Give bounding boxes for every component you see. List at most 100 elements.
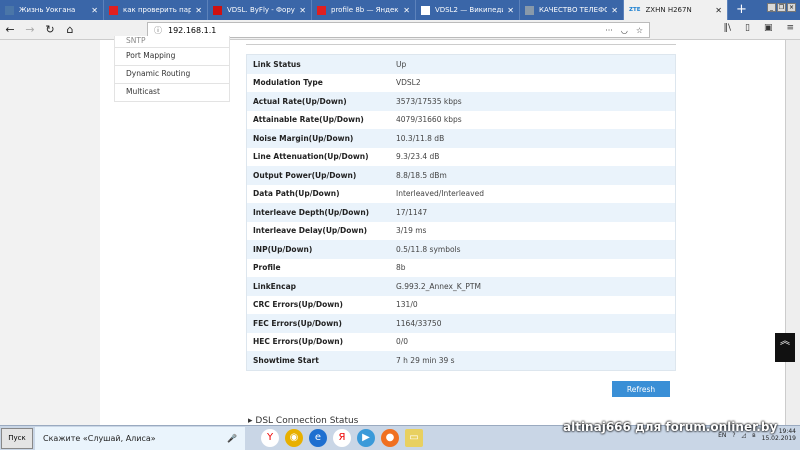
url-text: 192.168.1.1 <box>168 25 217 35</box>
row-label: Interleave Depth(Up/Down) <box>253 207 370 217</box>
table-row: Interleave Depth(Up/Down) 17/1147 <box>247 203 675 222</box>
chrome-icon[interactable]: ◉ <box>285 429 303 447</box>
row-value: 10.3/11.8 dB <box>396 133 445 143</box>
dsl-status-table: Link Status Up Modulation Type VDSL2 Actual … <box>246 54 676 371</box>
divider <box>246 44 676 45</box>
row-value: 8.8/18.5 dBm <box>396 170 447 180</box>
bookmark-star-icon[interactable]: ☆ <box>636 26 643 35</box>
folder-icon[interactable]: ▭ <box>405 429 423 447</box>
browser-tab[interactable]: ZTE ZXHN H267N ✕ <box>624 0 728 20</box>
row-label: LinkEncap <box>253 281 297 291</box>
table-row: HEC Errors(Up/Down) 0/0 <box>247 333 675 352</box>
table-row: CRC Errors(Up/Down) 131/0 <box>247 296 675 315</box>
back-button[interactable]: ← <box>0 23 20 36</box>
yandex-browser-icon[interactable]: Y <box>261 429 279 447</box>
table-row: Modulation Type VDSL2 <box>247 74 675 93</box>
sidebar-item-sntp[interactable]: SNTP <box>114 36 230 48</box>
minimize-button[interactable]: _ <box>767 3 776 12</box>
table-row: INP(Up/Down) 0.5/11.8 symbols <box>247 240 675 259</box>
row-label: Showtime Start <box>253 355 319 365</box>
table-row: FEC Errors(Up/Down) 1164/33750 <box>247 314 675 333</box>
table-row: Actual Rate(Up/Down) 3573/17535 kbps <box>247 92 675 111</box>
media-player-icon[interactable]: ▶ <box>357 429 375 447</box>
alice-search[interactable]: Скажите «Слушай, Алиса» 🎤 <box>35 426 245 450</box>
firefox-icon[interactable]: ● <box>381 429 399 447</box>
close-tab-icon[interactable]: ✕ <box>507 6 514 15</box>
row-value: 0/0 <box>396 337 409 347</box>
browser-tab[interactable]: Жизнь Уокгана ✕ <box>0 0 104 20</box>
browser-tab[interactable]: VDSL2 — Википедия ✕ <box>416 0 520 20</box>
sidebar-item-multicast[interactable]: Multicast <box>114 84 230 102</box>
table-row: Showtime Start 7 h 29 min 39 s <box>247 351 675 370</box>
row-value: 9.3/23.4 dB <box>396 152 440 162</box>
tab-title: КАЧЕСТВО ТЕЛЕФОНН <box>539 6 607 14</box>
reload-button[interactable]: ↻ <box>40 23 60 36</box>
tab-bar: Жизнь Уокгана✕как проверить парамет✕VDSL… <box>0 0 800 20</box>
browser-tab[interactable]: как проверить парамет✕ <box>104 0 208 20</box>
tab-title: VDSL2 — Википедия <box>435 6 504 14</box>
row-value: 8b <box>396 263 406 273</box>
clock-date[interactable]: 15.02.2019 <box>762 435 796 442</box>
close-tab-icon[interactable]: ✕ <box>403 6 410 15</box>
close-tab-icon[interactable]: ✕ <box>91 6 98 15</box>
start-button[interactable]: Пуск <box>1 427 33 449</box>
browser-tab[interactable]: VDSL. ByFly - Форум он ✕ <box>208 0 312 20</box>
close-tab-icon[interactable]: ✕ <box>195 6 202 15</box>
favicon-icon <box>109 5 118 15</box>
table-row: Attainable Rate(Up/Down) 4079/31660 kbps <box>247 111 675 130</box>
row-value: Interleaved/Interleaved <box>396 189 484 199</box>
internet-explorer-icon[interactable]: e <box>309 429 327 447</box>
scroll-to-top-button[interactable]: ︽ <box>775 333 795 362</box>
favicon-icon <box>421 5 430 15</box>
row-value: VDSL2 <box>396 78 421 88</box>
page-actions-button[interactable]: ··· <box>605 26 613 35</box>
menu-icon[interactable]: ≡ <box>786 23 794 33</box>
window-controls: _ ❐ × <box>767 3 796 12</box>
tab-title: как проверить парамет <box>123 6 192 14</box>
pocket-icon[interactable]: ◡ <box>621 26 628 35</box>
browser-tab[interactable]: КАЧЕСТВО ТЕЛЕФОНН ✕ <box>520 0 624 20</box>
tab-title: ZXHN H267N <box>645 6 692 14</box>
row-label: Profile <box>253 263 281 273</box>
row-value: 1164/33750 <box>396 318 442 328</box>
refresh-button[interactable]: Refresh <box>612 381 670 397</box>
row-label: Attainable Rate(Up/Down) <box>253 115 364 125</box>
row-label: Data Path(Up/Down) <box>253 189 340 199</box>
row-label: Interleave Delay(Up/Down) <box>253 226 368 236</box>
browser-tab[interactable]: profile 8b — Яндекс: на ✕ <box>312 0 416 20</box>
tab-title: profile 8b — Яндекс: на <box>331 6 399 14</box>
table-row: Line Attenuation(Up/Down) 9.3/23.4 dB <box>247 148 675 167</box>
page-scrollbar[interactable] <box>785 40 800 425</box>
new-tab-button[interactable]: + <box>728 0 755 20</box>
library-icon[interactable]: ‖\ <box>723 23 731 33</box>
sidebar-toggle-icon[interactable]: ▯ <box>745 23 750 33</box>
sidebar-item-port-mapping[interactable]: Port Mapping <box>114 48 230 66</box>
close-tab-icon[interactable]: ✕ <box>715 6 722 15</box>
table-row: LinkEncap G.993.2_Annex_K_PTM <box>247 277 675 296</box>
row-label: HEC Errors(Up/Down) <box>253 337 344 347</box>
close-tab-icon[interactable]: ✕ <box>611 6 618 15</box>
close-window-button[interactable]: × <box>787 3 796 12</box>
favicon-icon <box>525 5 534 15</box>
watermark: altinaj666 для forum.onliner.by <box>563 420 778 434</box>
row-label: FEC Errors(Up/Down) <box>253 318 342 328</box>
home-button[interactable]: ⌂ <box>60 23 80 36</box>
sidebar-item-dynamic-routing[interactable]: Dynamic Routing <box>114 66 230 84</box>
row-value: G.993.2_Annex_K_PTM <box>396 281 481 291</box>
maximize-button[interactable]: ❐ <box>777 3 786 12</box>
row-label: Link Status <box>253 59 301 69</box>
row-label: Noise Margin(Up/Down) <box>253 133 354 143</box>
info-icon[interactable]: ⓘ <box>154 25 162 36</box>
alice-prompt: Скажите «Слушай, Алиса» <box>43 433 156 443</box>
microphone-icon[interactable]: 🎤 <box>227 434 237 443</box>
forward-button[interactable]: → <box>20 23 40 36</box>
yandex-icon[interactable]: Я <box>333 429 351 447</box>
zte-favicon-icon: ZTE <box>629 7 641 13</box>
reader-icon[interactable]: ▣ <box>764 23 773 33</box>
sidebar-menu: SNTP Port Mapping Dynamic Routing Multic… <box>114 36 230 102</box>
row-value: Up <box>396 59 407 69</box>
table-row: Profile 8b <box>247 259 675 278</box>
close-tab-icon[interactable]: ✕ <box>299 6 306 15</box>
table-row: Noise Margin(Up/Down) 10.3/11.8 dB <box>247 129 675 148</box>
favicon-icon <box>213 5 222 15</box>
